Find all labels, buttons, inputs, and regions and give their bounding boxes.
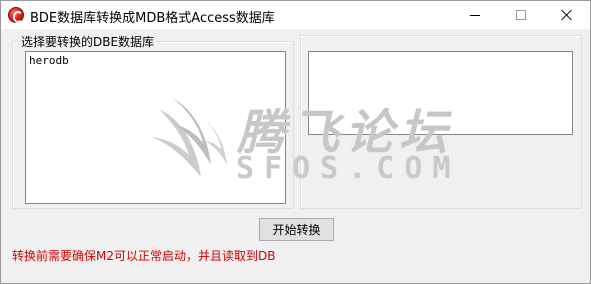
warning-text: 转换前需要确保M2可以正常启动，并且读取到DB	[12, 249, 276, 263]
maximize-icon	[516, 10, 526, 20]
title-bar[interactable]: BDE数据库转换成MDB格式Access数据库	[1, 1, 590, 29]
window-title: BDE数据库转换成MDB格式Access数据库	[30, 11, 275, 26]
maximize-button[interactable]	[498, 1, 544, 29]
status-bar	[1, 265, 590, 283]
minimize-icon	[470, 14, 480, 16]
close-button[interactable]	[544, 1, 590, 29]
main-window: BDE数据库转换成MDB格式Access数据库 选择要转换的DBE数据库 her…	[0, 0, 591, 284]
close-icon	[561, 9, 573, 21]
source-database-list[interactable]: herodb	[25, 51, 286, 204]
app-icon[interactable]	[8, 7, 24, 23]
source-database-label: 选择要转换的DBE数据库	[19, 33, 157, 50]
start-convert-button[interactable]: 开始转换	[259, 218, 334, 241]
output-list[interactable]	[308, 51, 573, 135]
list-item[interactable]: herodb	[26, 52, 285, 67]
minimize-button[interactable]	[452, 1, 498, 29]
